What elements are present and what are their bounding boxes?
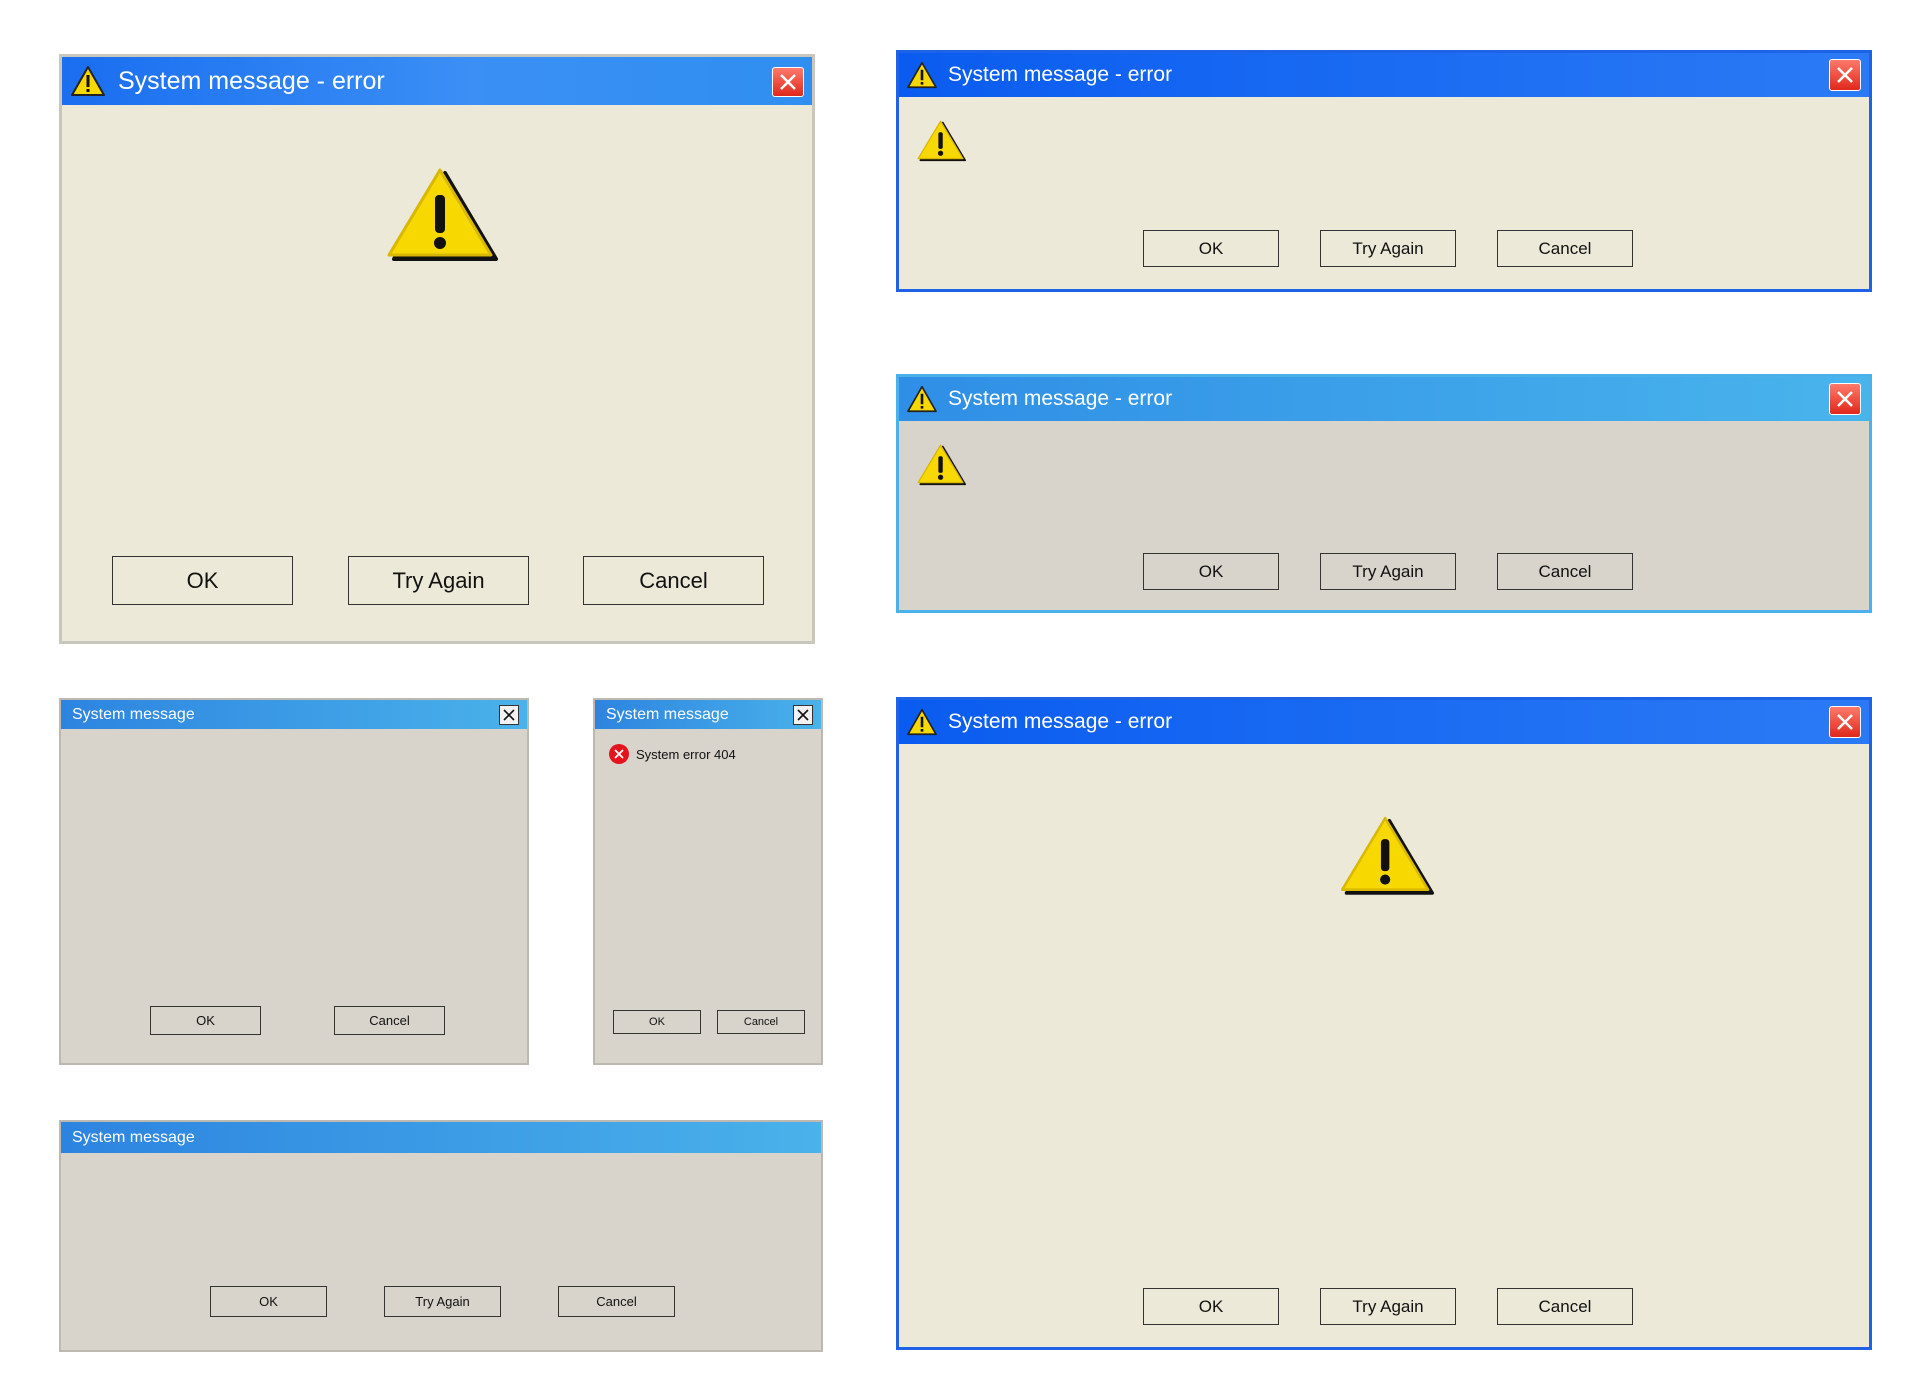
ok-button[interactable]: OK bbox=[150, 1006, 261, 1035]
close-icon bbox=[1837, 67, 1853, 83]
close-button[interactable] bbox=[793, 705, 813, 725]
close-icon bbox=[797, 709, 809, 721]
cancel-button[interactable]: Cancel bbox=[1497, 230, 1633, 267]
try-again-button[interactable]: Try Again bbox=[384, 1286, 501, 1317]
dialog-title: System message bbox=[72, 1128, 195, 1146]
tall-blue-dialog: System message - error OK Try Again Canc… bbox=[896, 697, 1872, 1350]
close-button[interactable] bbox=[1829, 383, 1861, 415]
compact-light-blue-dialog: System message - error OK Try Again Canc… bbox=[896, 374, 1872, 613]
close-button[interactable] bbox=[1829, 59, 1861, 91]
cancel-button[interactable]: Cancel bbox=[583, 556, 764, 605]
cancel-button[interactable]: Cancel bbox=[1497, 1288, 1633, 1325]
ok-button[interactable]: OK bbox=[1143, 553, 1279, 590]
cancel-button[interactable]: Cancel bbox=[1497, 553, 1633, 590]
warning-icon bbox=[387, 168, 498, 261]
warning-icon bbox=[907, 385, 937, 413]
dialog-title: System message - error bbox=[948, 63, 1173, 86]
large-warning-dialog: System message - error OK Try Again Canc… bbox=[59, 54, 815, 644]
close-button[interactable] bbox=[1829, 706, 1861, 738]
dialog-title: System message bbox=[72, 705, 195, 723]
try-again-button[interactable]: Try Again bbox=[1320, 553, 1456, 590]
dialog-titlebar[interactable]: System message - error bbox=[899, 53, 1869, 97]
try-again-button[interactable]: Try Again bbox=[1320, 230, 1456, 267]
ok-button[interactable]: OK bbox=[1143, 230, 1279, 267]
dialog-titlebar[interactable]: System message bbox=[61, 700, 527, 729]
ok-button[interactable]: OK bbox=[210, 1286, 327, 1317]
dialog-title: System message bbox=[606, 705, 729, 723]
ok-button[interactable]: OK bbox=[613, 1010, 701, 1034]
dialog-titlebar[interactable]: System message - error bbox=[899, 700, 1869, 744]
compact-blue-dialog: System message - error OK Try Again Canc… bbox=[896, 50, 1872, 292]
ok-button[interactable]: OK bbox=[112, 556, 293, 605]
close-icon bbox=[1837, 714, 1853, 730]
gray-narrow-dialog: System message System error 404 OK Cance… bbox=[593, 698, 823, 1065]
dialog-titlebar[interactable]: System message - error bbox=[899, 377, 1869, 421]
dialog-titlebar[interactable]: System message bbox=[595, 700, 821, 729]
try-again-button[interactable]: Try Again bbox=[348, 556, 529, 605]
close-icon bbox=[503, 709, 515, 721]
cancel-button[interactable]: Cancel bbox=[558, 1286, 675, 1317]
warning-icon bbox=[907, 61, 937, 89]
gray-medium-dialog: System message OK Cancel bbox=[59, 698, 529, 1065]
warning-icon bbox=[71, 66, 105, 96]
gray-wide-dialog: System message OK Try Again Cancel bbox=[59, 1120, 823, 1352]
close-button[interactable] bbox=[772, 67, 804, 97]
dialog-title: System message - error bbox=[948, 710, 1173, 733]
warning-icon bbox=[907, 708, 937, 736]
error-icon bbox=[609, 744, 629, 764]
dialog-title: System message - error bbox=[948, 387, 1173, 410]
error-message-row: System error 404 bbox=[609, 744, 736, 764]
warning-icon bbox=[917, 120, 966, 162]
close-icon bbox=[780, 74, 796, 90]
error-message: System error 404 bbox=[636, 746, 736, 762]
close-button[interactable] bbox=[499, 705, 519, 725]
cancel-button[interactable]: Cancel bbox=[334, 1006, 445, 1035]
close-icon bbox=[1837, 391, 1853, 407]
dialog-titlebar[interactable]: System message - error bbox=[62, 57, 812, 105]
dialog-title: System message - error bbox=[118, 66, 385, 95]
warning-icon bbox=[1340, 816, 1434, 895]
warning-icon bbox=[917, 444, 966, 486]
dialog-titlebar[interactable]: System message bbox=[61, 1122, 821, 1153]
try-again-button[interactable]: Try Again bbox=[1320, 1288, 1456, 1325]
ok-button[interactable]: OK bbox=[1143, 1288, 1279, 1325]
cancel-button[interactable]: Cancel bbox=[717, 1010, 805, 1034]
